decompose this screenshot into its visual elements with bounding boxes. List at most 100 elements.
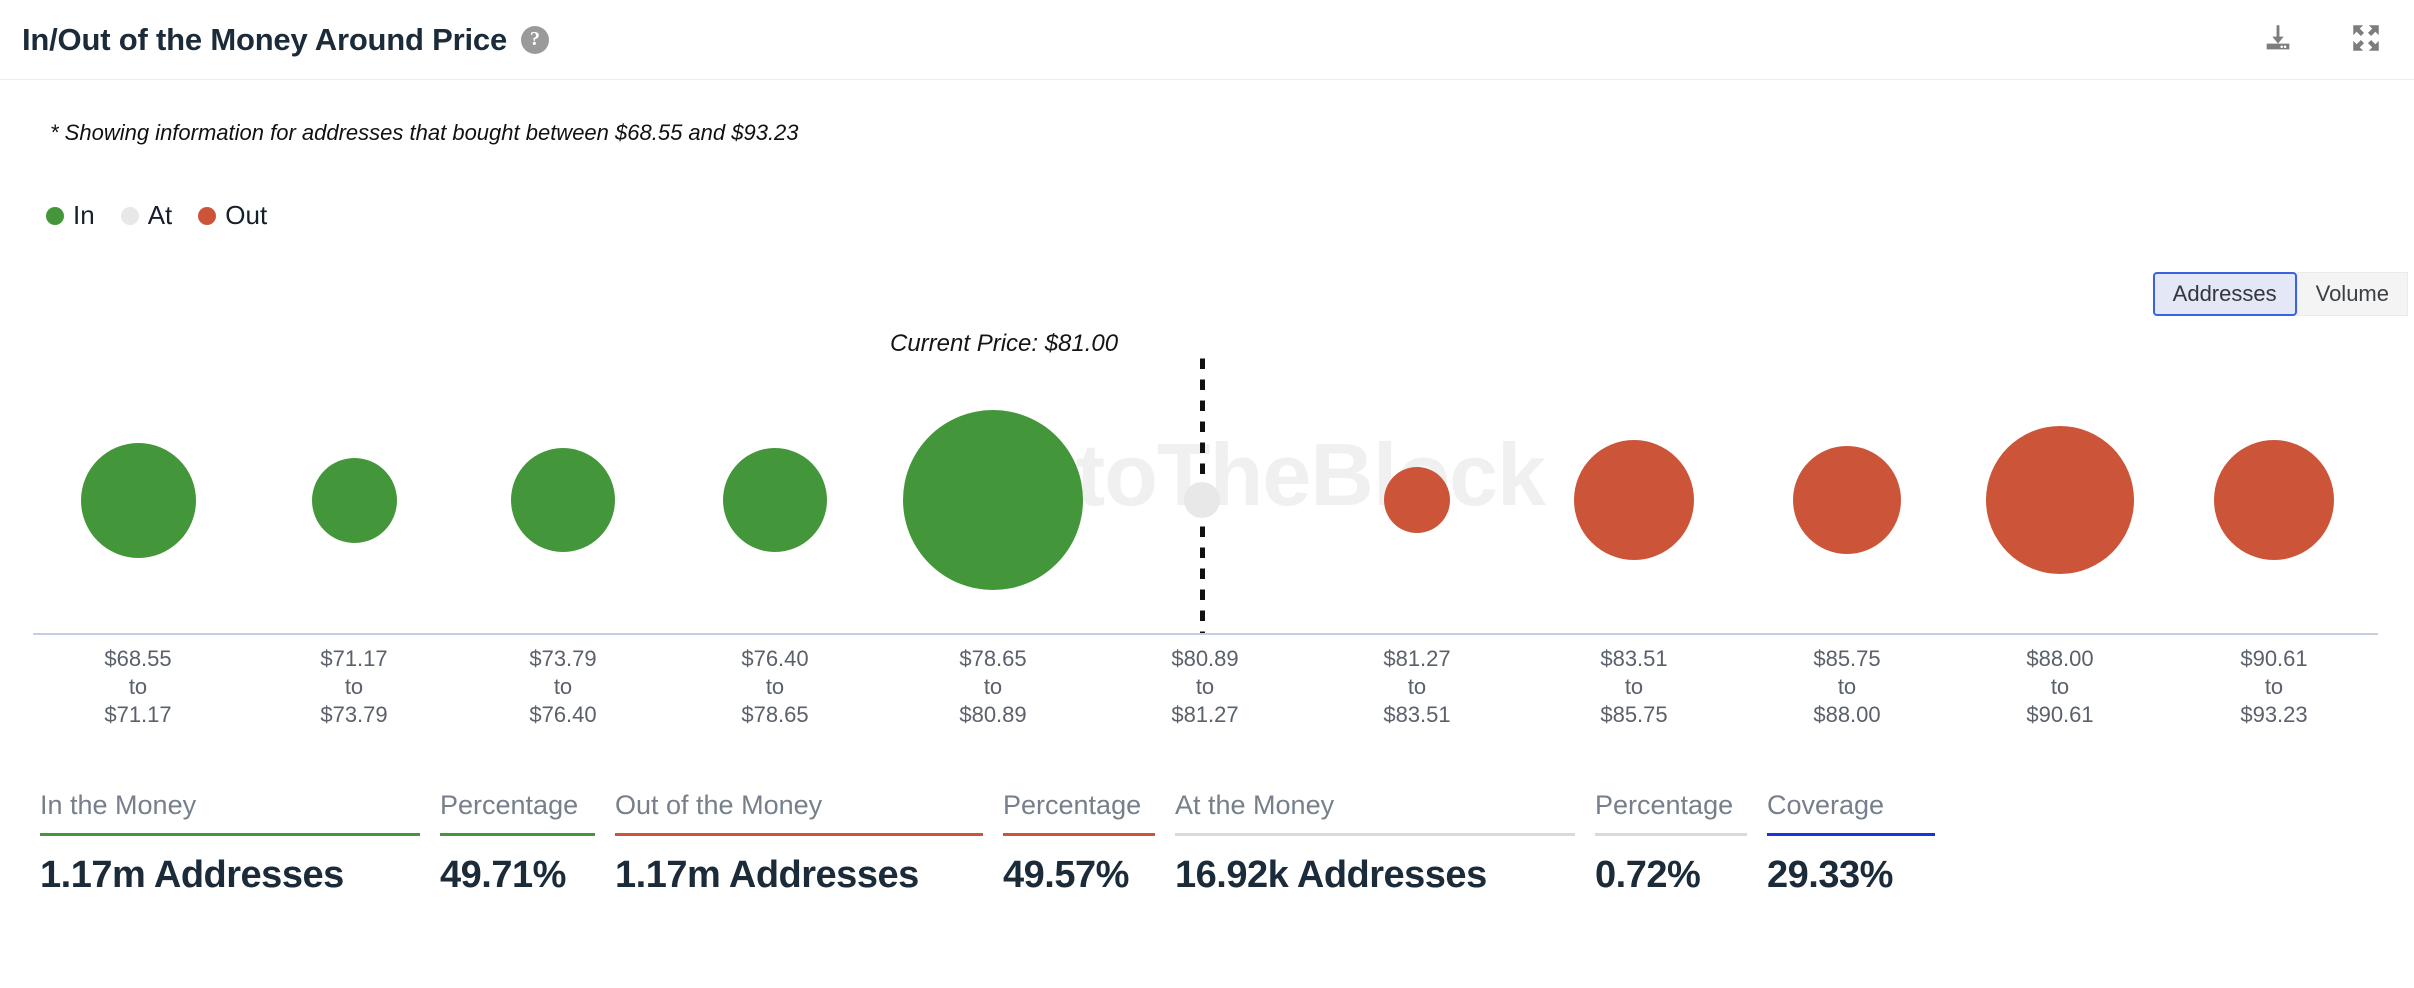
bubble-in-3[interactable] bbox=[723, 448, 827, 552]
stat-value: 1.17m Addresses bbox=[615, 854, 919, 896]
question-mark-icon[interactable]: ? bbox=[521, 25, 550, 54]
x-label-line2: to bbox=[2050, 674, 2070, 699]
x-label-line2: to bbox=[2264, 674, 2284, 699]
x-label-line3: $80.89 bbox=[959, 702, 1027, 727]
header-actions bbox=[2258, 18, 2386, 58]
x-label-line3: $71.17 bbox=[104, 702, 172, 727]
stat-label: Out of the Money bbox=[615, 790, 823, 820]
tab-addresses[interactable]: Addresses bbox=[2152, 272, 2297, 316]
legend-label-out: Out bbox=[225, 200, 268, 230]
x-label-line2: to bbox=[765, 674, 785, 699]
x-axis-label-3: $76.40 to $78.65 bbox=[741, 645, 808, 729]
stat-underline bbox=[1003, 833, 1155, 836]
stat-underline bbox=[440, 833, 595, 836]
x-label-line1: $80.89 bbox=[1171, 646, 1239, 671]
chart-legend: In At Out bbox=[46, 200, 267, 231]
download-icon[interactable] bbox=[2258, 18, 2298, 58]
x-label-line3: $73.79 bbox=[320, 702, 388, 727]
stat-percentage-3: Percentage 49.57% bbox=[1003, 790, 1155, 897]
metric-toggle-group: Addresses Volume bbox=[2152, 272, 2408, 316]
legend-item-out[interactable]: Out bbox=[198, 200, 267, 231]
x-axis-label-6: $81.27 to $83.51 bbox=[1383, 645, 1450, 729]
stat-label: Coverage bbox=[1767, 790, 1885, 820]
stat-underline bbox=[40, 833, 420, 836]
x-axis-label-9: $88.00 to $90.61 bbox=[2026, 645, 2093, 729]
x-axis-label-8: $85.75 to $88.00 bbox=[1813, 645, 1880, 729]
page-title: In/Out of the Money Around Price bbox=[22, 21, 508, 57]
x-axis-labels: $68.55 to $71.17 $71.17 to $73.79 $73.79 to $76.… bbox=[0, 645, 2414, 755]
tab-volume[interactable]: Volume bbox=[2296, 272, 2408, 316]
x-label-line1: $81.27 bbox=[1383, 646, 1451, 671]
bubble-in-1[interactable] bbox=[311, 457, 397, 543]
stat-percentage-5: Percentage 0.72% bbox=[1595, 790, 1747, 897]
stat-at-the-money-4: At the Money 16.92k Addresses bbox=[1175, 790, 1575, 897]
summary-stats: In the Money 1.17m Addresses Percentage 49.… bbox=[40, 790, 2414, 897]
stat-label: Percentage bbox=[1595, 790, 1734, 820]
x-label-line2: to bbox=[344, 674, 364, 699]
legend-item-in[interactable]: In bbox=[46, 200, 95, 231]
stat-underline bbox=[1595, 833, 1747, 836]
stat-underline bbox=[1175, 833, 1575, 836]
stat-value: 1.17m Addresses bbox=[40, 854, 344, 896]
x-label-line2: to bbox=[128, 674, 148, 699]
current-price-label: Current Price: $81.00 bbox=[890, 330, 1119, 357]
bubble-in-4[interactable] bbox=[903, 410, 1083, 590]
stat-value: 0.72% bbox=[1595, 854, 1701, 896]
x-axis-label-5: $80.89 to $81.27 bbox=[1171, 645, 1238, 729]
x-label-line2: to bbox=[1624, 674, 1644, 699]
expand-icon[interactable] bbox=[2346, 18, 2386, 58]
x-label-line2: to bbox=[983, 674, 1003, 699]
stat-value: 49.71% bbox=[440, 854, 566, 896]
stat-underline bbox=[1767, 833, 1935, 836]
x-label-line1: $71.17 bbox=[320, 646, 388, 671]
x-label-line2: to bbox=[1837, 674, 1857, 699]
stat-label: In the Money bbox=[40, 790, 197, 820]
x-label-line1: $85.75 bbox=[1813, 646, 1881, 671]
x-label-line1: $83.51 bbox=[1600, 646, 1668, 671]
bubble-out-7[interactable] bbox=[1574, 440, 1694, 560]
x-label-line3: $76.40 bbox=[529, 702, 597, 727]
x-label-line2: to bbox=[1195, 674, 1215, 699]
bubble-out-9[interactable] bbox=[1986, 426, 2134, 574]
x-axis-line bbox=[33, 633, 2378, 635]
x-axis-label-4: $78.65 to $80.89 bbox=[959, 645, 1026, 729]
stat-in-the-money-0: In the Money 1.17m Addresses bbox=[40, 790, 420, 897]
x-label-line3: $78.65 bbox=[741, 702, 809, 727]
stat-coverage-6: Coverage 29.33% bbox=[1767, 790, 1935, 897]
x-label-line3: $88.00 bbox=[1813, 702, 1881, 727]
card-header: In/Out of the Money Around Price ? bbox=[0, 0, 2414, 80]
x-axis-label-0: $68.55 to $71.17 bbox=[104, 645, 171, 729]
x-label-line3: $90.61 bbox=[2026, 702, 2094, 727]
x-label-line1: $73.79 bbox=[529, 646, 597, 671]
legend-dot-in-icon bbox=[46, 206, 64, 225]
bubble-at-5[interactable] bbox=[1184, 482, 1220, 518]
legend-item-at[interactable]: At bbox=[120, 200, 173, 231]
x-axis-label-10: $90.61 to $93.23 bbox=[2240, 645, 2307, 729]
x-label-line2: to bbox=[1407, 674, 1427, 699]
x-label-line2: to bbox=[553, 674, 573, 699]
legend-label-at: At bbox=[147, 200, 173, 230]
bubble-out-6[interactable] bbox=[1384, 467, 1450, 533]
x-label-line1: $88.00 bbox=[2026, 646, 2094, 671]
legend-dot-at-icon bbox=[120, 206, 139, 225]
bubble-chart: IntoTheBlock Current Price: $81.00 bbox=[0, 330, 2414, 640]
bubble-in-0[interactable] bbox=[80, 442, 196, 558]
bubble-in-2[interactable] bbox=[511, 448, 615, 552]
x-axis-label-7: $83.51 to $85.75 bbox=[1600, 645, 1667, 729]
stat-label: Percentage bbox=[1003, 790, 1142, 820]
stat-value: 49.57% bbox=[1003, 854, 1129, 896]
stat-label: At the Money bbox=[1175, 790, 1335, 820]
bubble-out-10[interactable] bbox=[2214, 440, 2334, 560]
x-label-line3: $83.51 bbox=[1383, 702, 1451, 727]
legend-label-in: In bbox=[73, 200, 95, 230]
legend-dot-out-icon bbox=[198, 206, 217, 225]
x-label-line1: $90.61 bbox=[2240, 646, 2308, 671]
x-axis-label-2: $73.79 to $76.40 bbox=[529, 645, 596, 729]
stat-out-of-the-money-2: Out of the Money 1.17m Addresses bbox=[615, 790, 983, 897]
stat-value: 16.92k Addresses bbox=[1175, 854, 1487, 896]
bubble-out-8[interactable] bbox=[1793, 446, 1901, 554]
chart-subtitle: * Showing information for addresses that… bbox=[50, 120, 799, 145]
x-label-line3: $85.75 bbox=[1600, 702, 1668, 727]
x-axis-label-1: $71.17 to $73.79 bbox=[320, 645, 387, 729]
x-label-line1: $78.65 bbox=[959, 646, 1027, 671]
